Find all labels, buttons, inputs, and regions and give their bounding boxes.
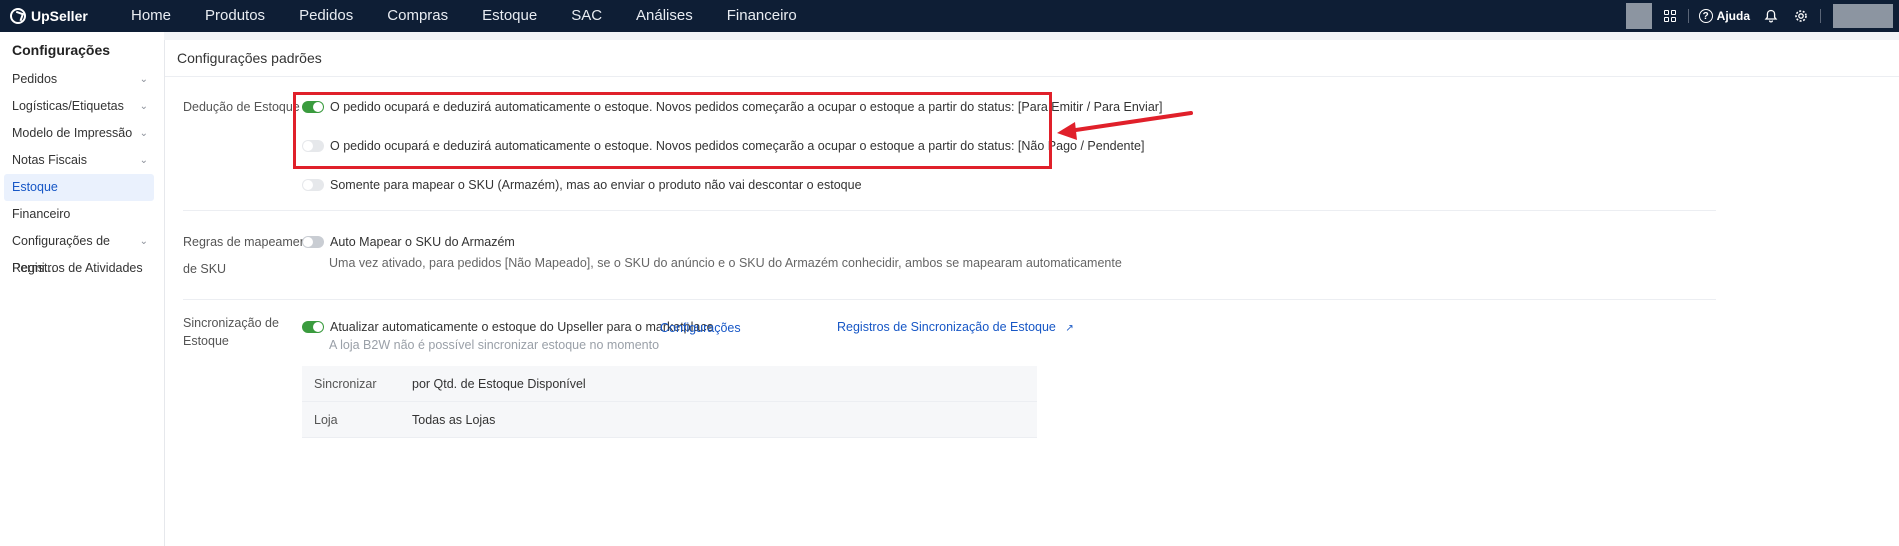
config-link[interactable]: Configurações	[660, 321, 741, 335]
main-nav: Home Produtos Pedidos Compras Estoque SA…	[114, 0, 814, 32]
chevron-down-icon: ⌄	[139, 74, 148, 85]
sinc-label-2: Estoque	[183, 334, 229, 348]
auto-map-toggle[interactable]	[302, 236, 324, 248]
sync-log-link[interactable]: Registros de Sincronização de Estoque ↗	[837, 320, 1074, 334]
sidebar-item-label: Financeiro	[12, 207, 71, 221]
regras-label-1: Regras de mapeamento	[183, 235, 318, 249]
external-link-icon: ↗	[1065, 323, 1074, 334]
sinc-toggle[interactable]	[302, 321, 324, 333]
section-divider	[183, 210, 1716, 211]
panel-title: Configurações padrões	[165, 40, 1899, 77]
brand-name: UpSeller	[31, 8, 88, 24]
table-value: Todas as Lojas	[412, 412, 496, 427]
nav-estoque[interactable]: Estoque	[465, 0, 554, 32]
sidebar-item-registros[interactable]: Registros de Atividades	[0, 255, 156, 282]
shop-avatar[interactable]	[1625, 3, 1652, 29]
sync-log-link-text: Registros de Sincronização de Estoque	[837, 320, 1056, 334]
regras-option-text: Auto Mapear o SKU do Armazém	[330, 235, 515, 249]
top-navbar: UpSeller Home Produtos Pedidos Compras E…	[0, 0, 1899, 32]
nav-financeiro[interactable]: Financeiro	[710, 0, 814, 32]
sidebar-item-pedidos[interactable]: Pedidos ⌄	[0, 66, 156, 93]
upseller-logo[interactable]: UpSeller	[10, 8, 114, 24]
sidebar-item-label: Pedidos	[12, 72, 58, 86]
nav-analises[interactable]: Análises	[619, 0, 710, 32]
chevron-down-icon: ⌄	[139, 236, 148, 247]
gear-icon[interactable]	[1786, 0, 1816, 32]
sidebar-item-label: Modelo de Impressão	[12, 126, 133, 140]
table-row: Sincronizar por Qtd. de Estoque Disponív…	[302, 366, 1037, 402]
sidebar-item-label: Logísticas/Etiquetas	[12, 99, 124, 113]
apps-icon[interactable]	[1656, 0, 1684, 32]
nav-pedidos[interactable]: Pedidos	[282, 0, 370, 32]
sidebar-item-logisticas[interactable]: Logísticas/Etiquetas ⌄	[0, 93, 156, 120]
user-avatar[interactable]	[1833, 4, 1893, 28]
sidebar-item-estoque[interactable]: Estoque	[4, 174, 154, 201]
annotation-arrow	[1057, 111, 1193, 140]
sidebar-item-notas-fiscais[interactable]: Notas Fiscais ⌄	[0, 147, 156, 174]
deducao-label: Dedução de Estoque	[183, 100, 300, 114]
divider	[1820, 9, 1821, 23]
nav-produtos[interactable]: Produtos	[188, 0, 282, 32]
sidebar-item-label: Notas Fiscais	[12, 153, 88, 167]
table-key: Sincronizar	[314, 376, 377, 391]
section-divider	[183, 299, 1716, 300]
sinc-label-1: Sincronização de	[183, 316, 279, 330]
settings-sidebar: Configurações Pedidos ⌄ Logísticas/Etiqu…	[0, 32, 164, 546]
sidebar-item-label: Registros de Atividades	[12, 261, 143, 275]
sidebar-item-label: Estoque	[12, 180, 58, 194]
sinc-option-text: Atualizar automaticamente o estoque do U…	[330, 320, 714, 334]
help-icon: ?	[1698, 9, 1713, 23]
sidebar-item-permissoes[interactable]: Configurações de Permi... ⌄	[0, 228, 156, 275]
deducao-option-3: Somente para mapear o SKU (Armazém), mas…	[302, 178, 862, 192]
sidebar-item-financeiro[interactable]: Financeiro	[0, 201, 156, 228]
regras-label-2: de SKU	[183, 262, 227, 276]
regras-option: Auto Mapear o SKU do Armazém	[302, 235, 515, 249]
logo-icon	[10, 8, 26, 24]
bell-icon[interactable]	[1756, 0, 1786, 32]
chevron-down-icon: ⌄	[139, 155, 148, 166]
top-right-tools: ? Ajuda	[1625, 0, 1899, 32]
annotation-highlight-box	[293, 92, 1052, 169]
deducao-option-3-text: Somente para mapear o SKU (Armazém), mas…	[330, 178, 862, 192]
table-row: Loja Todas as Lojas	[302, 402, 1037, 438]
regras-hint: Uma vez ativado, para pedidos [Não Mapea…	[329, 256, 1122, 270]
sidebar-item-modelo-impressao[interactable]: Modelo de Impressão ⌄	[0, 120, 156, 147]
chevron-down-icon: ⌄	[139, 128, 148, 139]
nav-compras[interactable]: Compras	[370, 0, 465, 32]
table-value: por Qtd. de Estoque Disponível	[412, 376, 586, 391]
nav-home[interactable]: Home	[114, 0, 188, 32]
nav-sac[interactable]: SAC	[554, 0, 619, 32]
sync-settings-table: Sincronizar por Qtd. de Estoque Disponív…	[302, 366, 1037, 438]
deducao-toggle-3[interactable]	[302, 179, 324, 191]
table-key: Loja	[314, 412, 338, 427]
help-button[interactable]: ? Ajuda	[1693, 9, 1756, 23]
help-label: Ajuda	[1716, 9, 1750, 23]
chevron-down-icon: ⌄	[139, 101, 148, 112]
sinc-hint: A loja B2W não é possível sincronizar es…	[329, 338, 660, 352]
sidebar-title: Configurações	[12, 42, 111, 58]
divider	[1687, 9, 1689, 23]
sinc-option: Atualizar automaticamente o estoque do U…	[302, 320, 714, 334]
